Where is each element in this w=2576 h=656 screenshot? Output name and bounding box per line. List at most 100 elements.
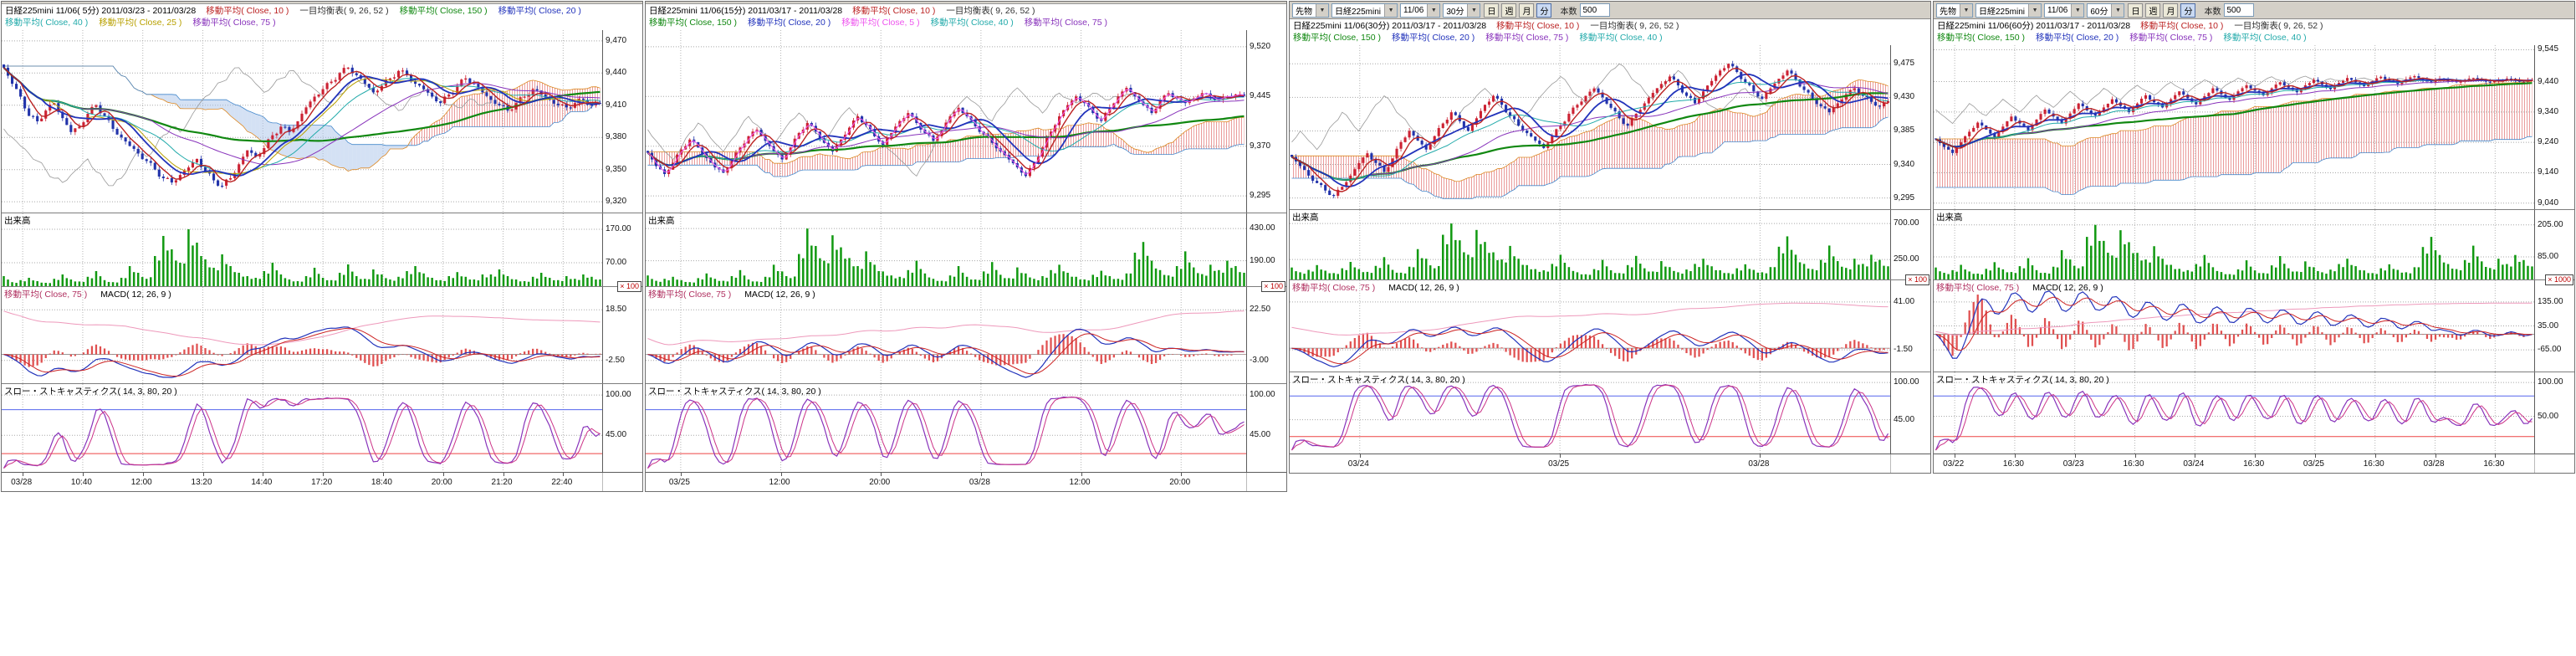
chart-title: 日経225mini 11/06( 5分) 2011/03/23 - 2011/0… xyxy=(5,6,196,16)
timeframe-button-分[interactable]: 分 xyxy=(2180,3,2195,18)
timeframe-button-分[interactable]: 分 xyxy=(1536,3,1551,18)
stochastics-plot[interactable]: スロー・ストキャスティクス( 14, 3, 80, 20 ) xyxy=(1934,372,2534,454)
axis-label: 35.00 xyxy=(2538,321,2558,331)
macd-section: 移動平均( Close, 75 )MACD( 12, 26, 9 ) 41.00… xyxy=(1290,279,1930,372)
dropdown-arrow-icon: ▼ xyxy=(1960,4,1972,17)
legend-items-1: 移動平均( Close, 10 )一目均衡表( 9, 26, 52 ) xyxy=(2140,21,2333,31)
price-plot[interactable] xyxy=(646,30,1246,213)
legend-row-2: 移動平均( Close, 40 )移動平均( Close, 25 )移動平均( … xyxy=(5,17,639,28)
price-plot-canvas[interactable] xyxy=(1290,45,1890,209)
toolbar-selects: 先物▼日経225mini▼11/06▼30分▼ xyxy=(1292,3,1480,18)
stochastics-axis: 100.0045.00 xyxy=(602,384,642,472)
stochastics-axis: 100.0050.00 xyxy=(2534,372,2574,454)
price-plot-canvas[interactable] xyxy=(2,30,602,213)
time-tick xyxy=(2375,454,2376,458)
timeframe-buttons: 日週月分 xyxy=(1484,3,1551,18)
axis-label: 9,430 xyxy=(1894,92,1914,101)
stochastics-label: スロー・ストキャスティクス( 14, 3, 80, 20 ) xyxy=(4,385,177,397)
time-axis-spacer xyxy=(1890,454,1930,473)
macd-axis: 18.50-2.50 xyxy=(602,287,642,383)
stochastics-plot[interactable]: スロー・ストキャスティクス( 14, 3, 80, 20 ) xyxy=(2,384,602,472)
macd-plot[interactable]: 移動平均( Close, 75 )MACD( 12, 26, 9 ) xyxy=(1934,280,2534,372)
macd-axis: 22.50-3.00 xyxy=(1246,287,1286,383)
macd-ma-label: 移動平均( Close, 75 ) xyxy=(648,290,731,300)
legend-items-1: 移動平均( Close, 10 )一目均衡表( 9, 26, 52 )移動平均(… xyxy=(206,6,592,16)
chart-panels-row: 日経225mini 11/06( 5分) 2011/03/23 - 2011/0… xyxy=(0,0,2576,492)
volume-plot[interactable]: 出来高 xyxy=(2,213,602,286)
legend-items-2: 移動平均( Close, 150 )移動平均( Close, 20 )移動平均(… xyxy=(649,18,1118,28)
bar-count-input[interactable] xyxy=(2224,3,2254,17)
macd-plot[interactable]: 移動平均( Close, 75 )MACD( 12, 26, 9 ) xyxy=(646,287,1246,383)
chart-title: 日経225mini 11/06(15分) 2011/03/17 - 2011/0… xyxy=(649,6,842,16)
price-axis: 9,4759,4309,3859,3409,295 xyxy=(1890,45,1930,209)
dropdown-arrow-icon: ▼ xyxy=(2071,4,2083,17)
axis-label: 9,040 xyxy=(2538,198,2558,208)
time-axis: 03/2512:0020:0003/2812:0020:00 xyxy=(646,472,1286,491)
price-plot-canvas[interactable] xyxy=(646,30,1246,213)
volume-plot[interactable]: 出来高 xyxy=(1290,210,1890,279)
toolbar-select-0[interactable]: 先物▼ xyxy=(1292,3,1329,18)
timeframe-button-日[interactable]: 日 xyxy=(2128,3,2143,18)
chart-panel-3: 先物▼日経225mini▼11/06▼30分▼ 日週月分 本数 日経225min… xyxy=(1289,1,1931,474)
legend-item: 移動平均( Close, 20 ) xyxy=(2036,33,2119,43)
timeframe-button-週[interactable]: 週 xyxy=(1501,3,1516,18)
toolbar-select-2[interactable]: 11/06▼ xyxy=(2044,3,2084,18)
macd-plot-canvas[interactable] xyxy=(1290,280,1890,372)
time-tick xyxy=(2075,454,2076,458)
legend-items-2: 移動平均( Close, 150 )移動平均( Close, 20 )移動平均(… xyxy=(1937,33,2318,43)
volume-plot[interactable]: 出来高 xyxy=(1934,210,2534,279)
time-tick xyxy=(383,473,384,476)
macd-label: 移動平均( Close, 75 )MACD( 12, 26, 9 ) xyxy=(648,288,815,300)
legend-item: 移動平均( Close, 10 ) xyxy=(2140,21,2223,31)
price-plot[interactable] xyxy=(1290,45,1890,209)
stochastics-plot[interactable]: スロー・ストキャスティクス( 14, 3, 80, 20 ) xyxy=(646,384,1246,472)
legend-item: 一目均衡表( 9, 26, 52 ) xyxy=(1590,21,1679,31)
volume-multiplier-badge: × 1000 xyxy=(2545,274,2573,285)
axis-label: 45.00 xyxy=(1894,415,1914,424)
toolbar-select-3[interactable]: 30分▼ xyxy=(1443,3,1480,18)
price-plot-canvas[interactable] xyxy=(1934,45,2534,209)
macd-section: 移動平均( Close, 75 )MACD( 12, 26, 9 ) 18.50… xyxy=(2,286,642,383)
volume-plot-canvas[interactable] xyxy=(1934,210,2534,279)
axis-label: 22.50 xyxy=(1250,305,1270,314)
legend-items-2: 移動平均( Close, 40 )移動平均( Close, 25 )移動平均( … xyxy=(5,18,287,28)
toolbar-select-value: 日経225mini xyxy=(1335,4,1381,17)
macd-plot[interactable]: 移動平均( Close, 75 )MACD( 12, 26, 9 ) xyxy=(1290,280,1890,372)
macd-plot[interactable]: 移動平均( Close, 75 )MACD( 12, 26, 9 ) xyxy=(2,287,602,383)
timeframe-button-日[interactable]: 日 xyxy=(1484,3,1499,18)
volume-plot-canvas[interactable] xyxy=(646,213,1246,286)
macd-ma-label: 移動平均( Close, 75 ) xyxy=(4,290,87,300)
timeframe-button-週[interactable]: 週 xyxy=(2145,3,2160,18)
toolbar-select-1[interactable]: 日経225mini▼ xyxy=(1975,3,2042,18)
panel-toolbar: 先物▼日経225mini▼11/06▼30分▼ 日週月分 本数 xyxy=(1290,2,1930,19)
macd-plot-canvas[interactable] xyxy=(2,287,602,383)
macd-plot-canvas[interactable] xyxy=(1934,280,2534,372)
axis-label: 100.00 xyxy=(1894,377,1919,387)
time-label: 03/28 xyxy=(11,478,32,487)
toolbar-select-value: 先物 xyxy=(1296,4,1312,17)
toolbar-select-3[interactable]: 60分▼ xyxy=(2087,3,2124,18)
volume-plot-canvas[interactable] xyxy=(2,213,602,286)
stochastics-section: スロー・ストキャスティクス( 14, 3, 80, 20 ) 100.0045.… xyxy=(2,383,642,472)
price-plot[interactable] xyxy=(2,30,602,213)
toolbar-select-2[interactable]: 11/06▼ xyxy=(1400,3,1440,18)
price-plot[interactable] xyxy=(1934,45,2534,209)
stochastics-plot[interactable]: スロー・ストキャスティクス( 14, 3, 80, 20 ) xyxy=(1290,372,1890,454)
time-tick xyxy=(2255,454,2256,458)
axis-label: 135.00 xyxy=(2538,297,2563,306)
toolbar-select-1[interactable]: 日経225mini▼ xyxy=(1331,3,1398,18)
stochastics-section: スロー・ストキャスティクス( 14, 3, 80, 20 ) 100.0045.… xyxy=(646,383,1286,472)
bar-count-input[interactable] xyxy=(1580,3,1610,17)
volume-plot[interactable]: 出来高 xyxy=(646,213,1246,286)
volume-plot-canvas[interactable] xyxy=(1290,210,1890,279)
stochastics-section: スロー・ストキャスティクス( 14, 3, 80, 20 ) 100.0050.… xyxy=(1934,372,2574,454)
axis-label: -65.00 xyxy=(2538,345,2561,354)
timeframe-button-月[interactable]: 月 xyxy=(1519,3,1534,18)
stochastics-label: スロー・ストキャスティクス( 14, 3, 80, 20 ) xyxy=(1936,373,2109,386)
toolbar-select-0[interactable]: 先物▼ xyxy=(1936,3,1973,18)
time-tick xyxy=(981,473,982,476)
timeframe-button-月[interactable]: 月 xyxy=(2163,3,2178,18)
legend-item: 移動平均( Close, 150 ) xyxy=(400,6,488,16)
time-tick xyxy=(681,473,682,476)
macd-plot-canvas[interactable] xyxy=(646,287,1246,383)
